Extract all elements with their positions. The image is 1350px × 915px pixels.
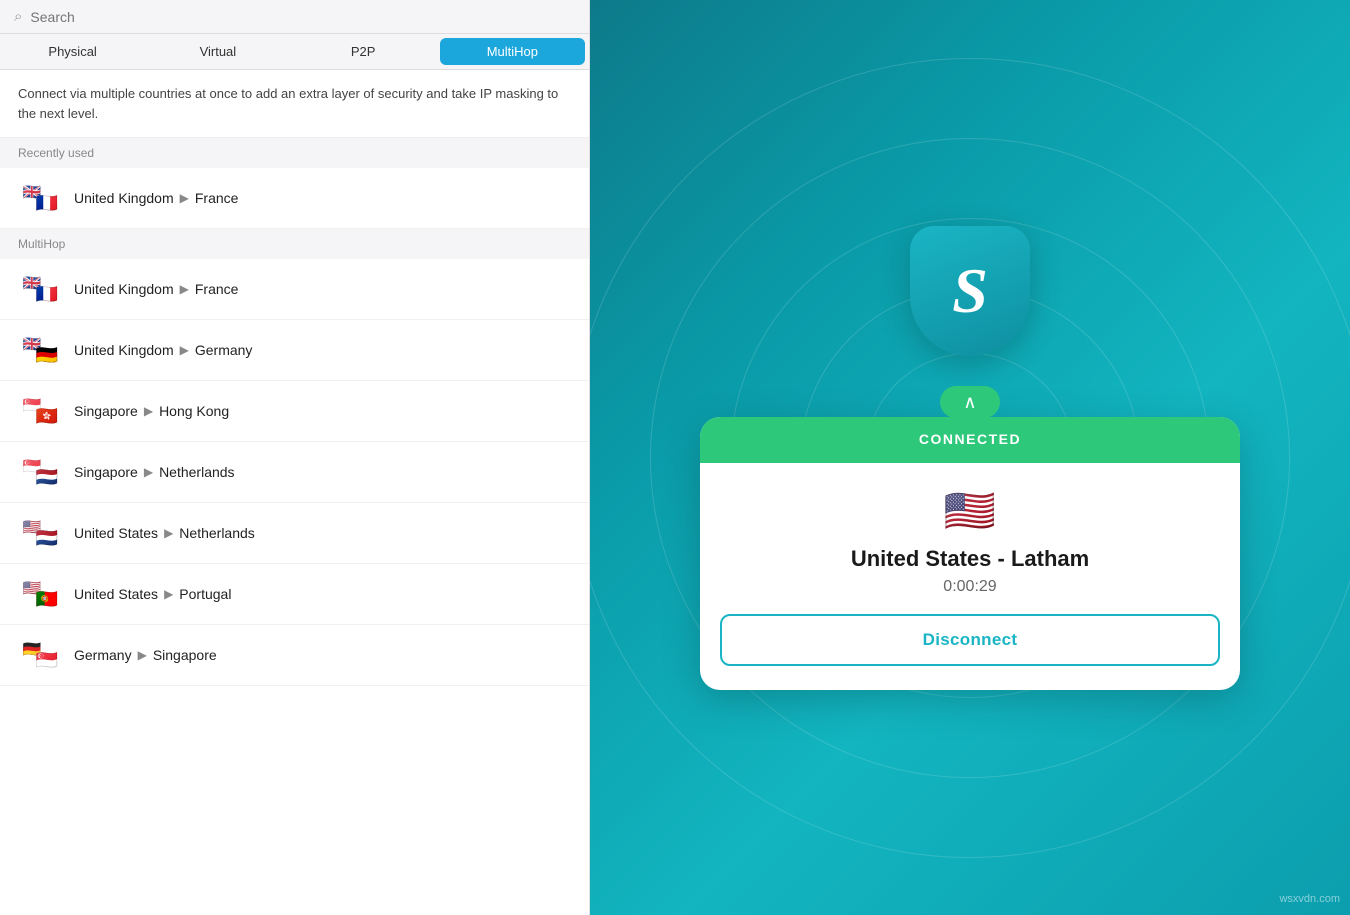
flag-container: 🇬🇧 🇫🇷 [18, 273, 62, 305]
connection-timer: 0:00:29 [943, 578, 996, 596]
list-item[interactable]: 🇩🇪 🇸🇬 Germany ▶ Singapore [0, 625, 589, 686]
flag-container: 🇺🇸 🇳🇱 [18, 517, 62, 549]
center-content: S ∧ CONNECTED 🇺🇸 United States - Latham … [590, 226, 1350, 690]
list-item[interactable]: 🇺🇸 🇵🇹 United States ▶ Portugal [0, 564, 589, 625]
to-country: France [195, 281, 239, 297]
list-item[interactable]: 🇺🇸 🇳🇱 United States ▶ Netherlands [0, 503, 589, 564]
section-multihop: MultiHop [0, 229, 589, 259]
from-country: Germany [74, 647, 132, 663]
from-country: United States [74, 586, 158, 602]
flag-main: 🇸🇬 [32, 649, 62, 671]
list-item[interactable]: 🇸🇬 🇭🇰 Singapore ▶ Hong Kong [0, 381, 589, 442]
route-text: United States ▶ Netherlands [74, 525, 255, 541]
connected-status: CONNECTED [919, 431, 1021, 447]
disconnect-button[interactable]: Disconnect [720, 614, 1220, 666]
flag-container: 🇸🇬 🇭🇰 [18, 395, 62, 427]
list-item[interactable]: 🇬🇧 🇫🇷 United Kingdom ▶ France [0, 168, 589, 229]
to-country: Hong Kong [159, 403, 229, 419]
connected-body: 🇺🇸 United States - Latham 0:00:29 Discon… [700, 463, 1240, 690]
logo-letter: S [952, 254, 988, 328]
to-country: Portugal [179, 586, 231, 602]
search-icon: ⌕ [14, 8, 22, 25]
watermark: wsxvdn.com [1279, 893, 1340, 905]
section-recently-used: Recently used [0, 138, 589, 168]
app-logo: S [910, 226, 1030, 356]
right-panel: S ∧ CONNECTED 🇺🇸 United States - Latham … [590, 0, 1350, 915]
flag-container: 🇺🇸 🇵🇹 [18, 578, 62, 610]
search-input[interactable] [30, 9, 575, 25]
route-text: United Kingdom ▶ Germany [74, 342, 252, 358]
flag-main: 🇳🇱 [32, 466, 62, 488]
arrow-icon: ▶ [164, 587, 173, 601]
connected-header: CONNECTED [700, 417, 1240, 463]
route-text: United Kingdom ▶ France [74, 281, 238, 297]
tab-bar: Physical Virtual P2P MultiHop [0, 34, 589, 70]
from-country: United States [74, 525, 158, 541]
connected-country: United States - Latham [851, 546, 1089, 572]
arrow-icon: ▶ [180, 282, 189, 296]
arrow-icon: ▶ [180, 343, 189, 357]
tab-virtual[interactable]: Virtual [145, 34, 290, 69]
from-country: United Kingdom [74, 190, 174, 206]
flag-main: 🇳🇱 [32, 527, 62, 549]
multihop-description: Connect via multiple countries at once t… [0, 70, 589, 138]
list-item[interactable]: 🇸🇬 🇳🇱 Singapore ▶ Netherlands [0, 442, 589, 503]
from-country: Singapore [74, 403, 138, 419]
flag-container: 🇬🇧 🇩🇪 [18, 334, 62, 366]
connected-card: CONNECTED 🇺🇸 United States - Latham 0:00… [700, 417, 1240, 690]
flag-main: 🇩🇪 [32, 344, 62, 366]
arrow-icon: ▶ [164, 526, 173, 540]
to-country: Germany [195, 342, 253, 358]
flag-main: 🇵🇹 [32, 588, 62, 610]
flag-main: 🇫🇷 [32, 283, 62, 305]
route-text: Singapore ▶ Hong Kong [74, 403, 229, 419]
from-country: Singapore [74, 464, 138, 480]
tab-multihop[interactable]: MultiHop [440, 38, 585, 65]
route-text: United States ▶ Portugal [74, 586, 231, 602]
to-country: France [195, 190, 239, 206]
route-text: Singapore ▶ Netherlands [74, 464, 235, 480]
connected-flag: 🇺🇸 [944, 487, 996, 536]
from-country: United Kingdom [74, 281, 174, 297]
route-text: United Kingdom ▶ France [74, 190, 238, 206]
to-country: Netherlands [179, 525, 255, 541]
to-country: Netherlands [159, 464, 235, 480]
from-country: United Kingdom [74, 342, 174, 358]
tab-physical[interactable]: Physical [0, 34, 145, 69]
flag-container: 🇸🇬 🇳🇱 [18, 456, 62, 488]
arrow-icon: ▶ [144, 404, 153, 418]
search-bar: ⌕ [0, 0, 589, 34]
chevron-up-icon: ∧ [963, 393, 976, 411]
arrow-icon: ▶ [138, 648, 147, 662]
list-item[interactable]: 🇬🇧 🇩🇪 United Kingdom ▶ Germany [0, 320, 589, 381]
arrow-icon: ▶ [180, 191, 189, 205]
flag-main: 🇭🇰 [32, 405, 62, 427]
left-panel: ⌕ Physical Virtual P2P MultiHop Connect … [0, 0, 590, 915]
tab-p2p[interactable]: P2P [291, 34, 436, 69]
route-text: Germany ▶ Singapore [74, 647, 217, 663]
arrow-icon: ▶ [144, 465, 153, 479]
flag-container: 🇬🇧 🇫🇷 [18, 182, 62, 214]
list-item[interactable]: 🇬🇧 🇫🇷 United Kingdom ▶ France [0, 259, 589, 320]
flag-main: 🇫🇷 [32, 192, 62, 214]
expand-button[interactable]: ∧ [940, 386, 1000, 418]
server-list: Recently used 🇬🇧 🇫🇷 United Kingdom ▶ Fra… [0, 138, 589, 915]
flag-container: 🇩🇪 🇸🇬 [18, 639, 62, 671]
to-country: Singapore [153, 647, 217, 663]
